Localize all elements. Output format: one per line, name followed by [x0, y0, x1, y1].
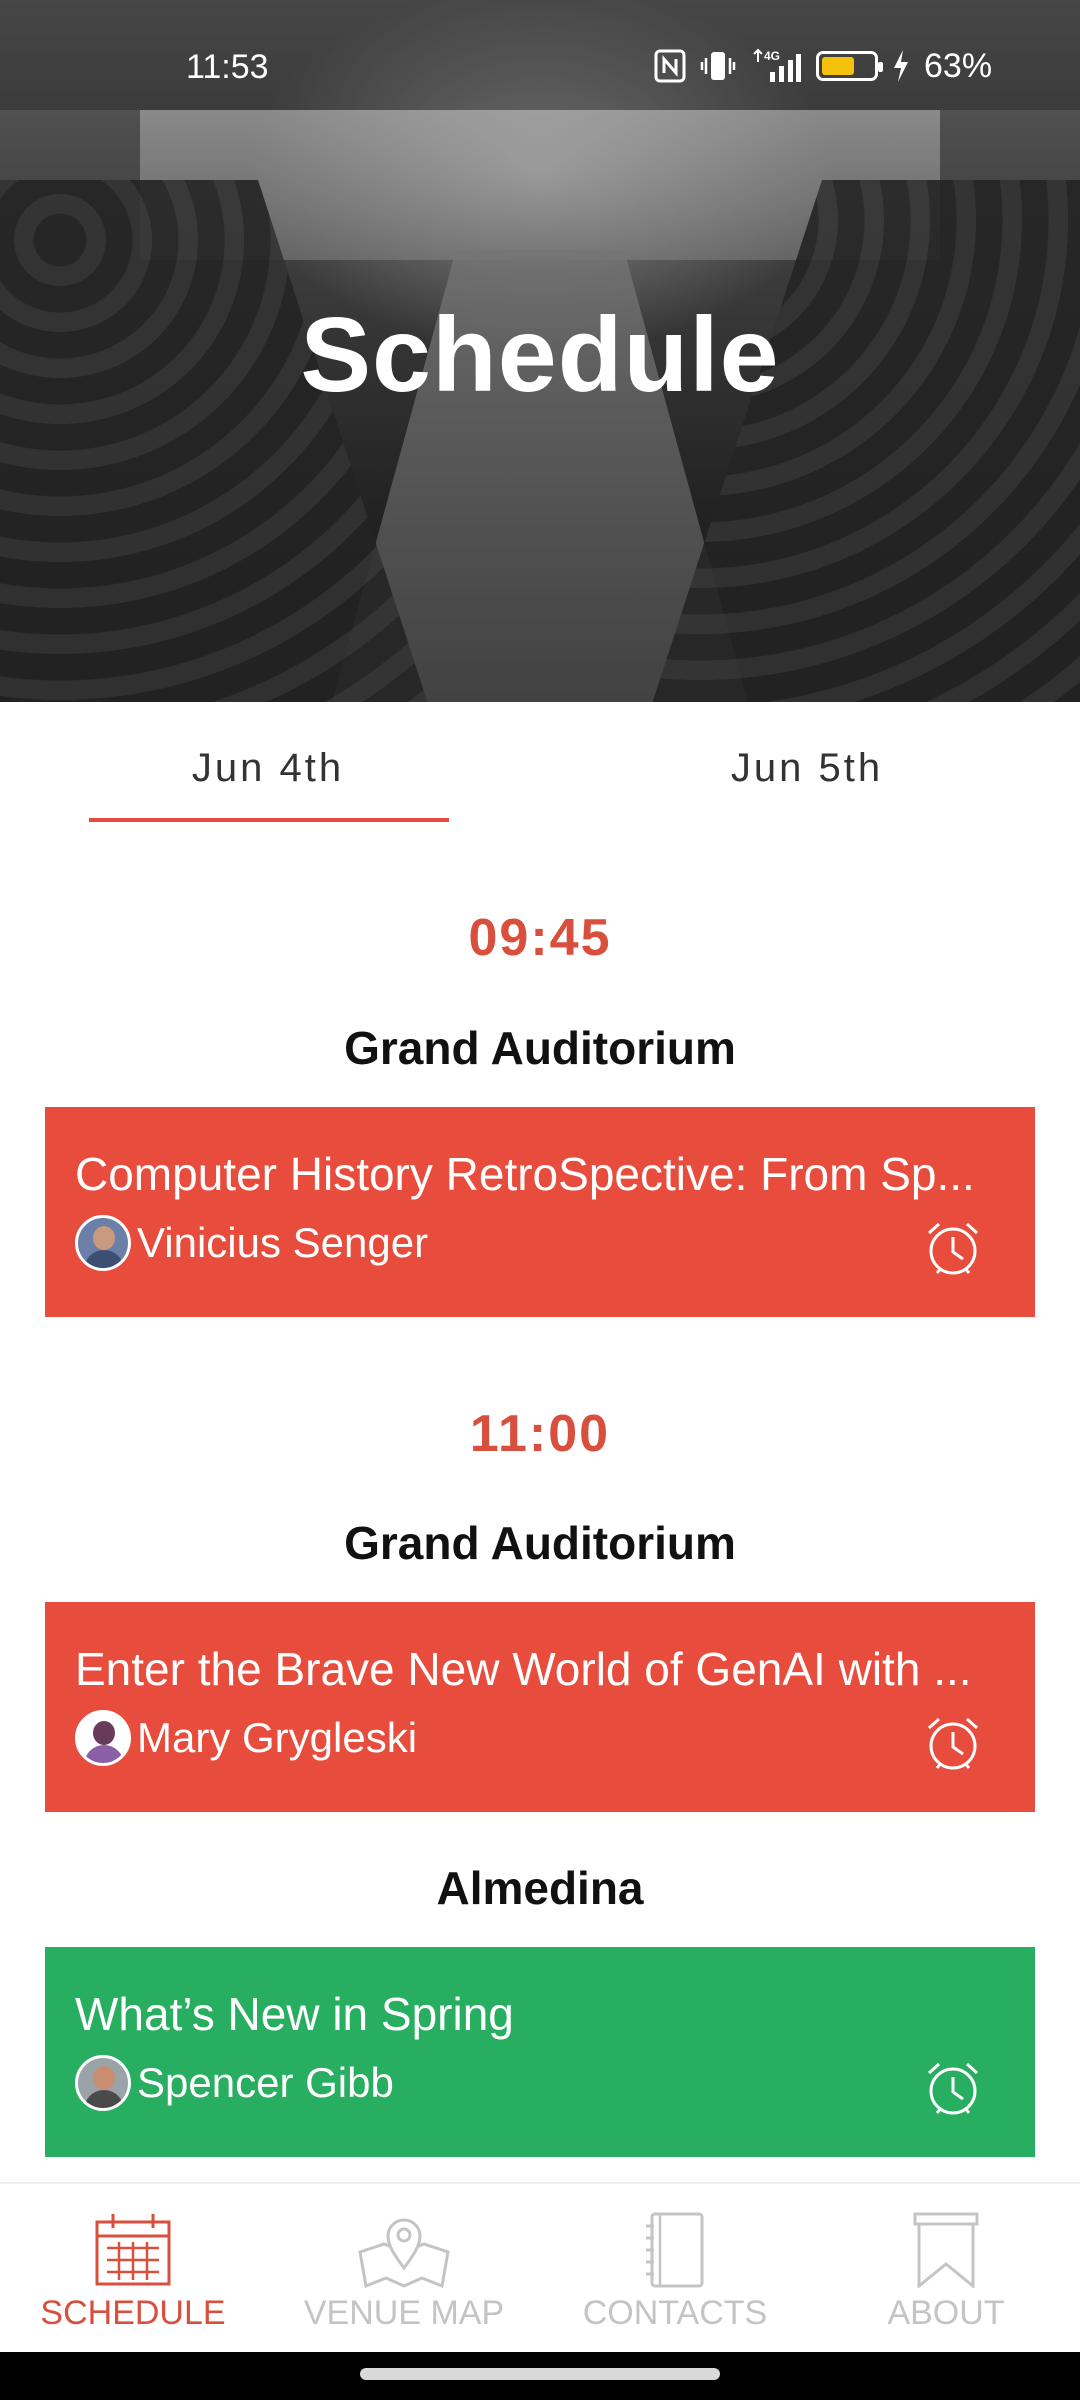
nav-label: VENUE MAP: [303, 2294, 505, 2332]
alarm-clock-icon[interactable]: [923, 1714, 983, 1774]
status-bar: 11:53 4G 63%: [0, 0, 1080, 110]
avatar: [75, 1215, 131, 1271]
nav-contacts[interactable]: CONTACTS: [550, 2212, 800, 2333]
session-title: What’s New in Spring: [75, 1988, 514, 2040]
battery-percent: 63%: [924, 46, 993, 85]
speaker-name: Spencer Gibb: [137, 2059, 394, 2106]
avatar: [75, 1710, 131, 1766]
selected-tab-indicator: [89, 818, 449, 822]
speaker-row: Spencer Gibb: [75, 2055, 394, 2111]
speaker-name: Mary Grygleski: [137, 1714, 418, 1761]
time-slot-header: 09:45: [468, 909, 612, 967]
nav-about[interactable]: ABOUT: [821, 2212, 1071, 2333]
session-card[interactable]: Computer History RetroSpective: From Sp.…: [45, 1107, 1035, 1317]
session-card[interactable]: What’s New in Spring Spencer Gibb: [45, 1947, 1035, 2157]
vibrate-icon: [700, 52, 736, 80]
alarm-clock-icon[interactable]: [923, 2059, 983, 2119]
session-title: Enter the Brave New World of GenAI with …: [75, 1643, 972, 1695]
nfc-icon: [654, 49, 686, 83]
calendar-icon: [95, 2214, 171, 2286]
avatar: [75, 2055, 131, 2111]
speaker-row: Vinicius Senger: [75, 1215, 428, 1271]
time-slot-header: 11:00: [469, 1405, 611, 1463]
date-tabs: Jun 4th Jun 5th: [0, 702, 1080, 822]
svg-text:4G: 4G: [764, 49, 780, 63]
nav-schedule[interactable]: SCHEDULE: [8, 2212, 258, 2333]
session-title: Computer History RetroSpective: From Sp.…: [75, 1148, 975, 1200]
battery-icon: [816, 51, 883, 81]
alarm-clock-icon[interactable]: [923, 1219, 983, 1279]
room-header: Grand Auditorium: [344, 1517, 736, 1569]
bookmark-icon: [913, 2212, 979, 2288]
map-pin-icon: [358, 2218, 450, 2288]
battery-level: [822, 57, 854, 75]
session-card[interactable]: Enter the Brave New World of GenAI with …: [45, 1602, 1035, 1812]
status-time: 11:53: [186, 48, 269, 86]
bottom-navigation: SCHEDULE VENUE MAP CONTACTS ABOUT: [0, 2182, 1080, 2352]
home-indicator[interactable]: [360, 2368, 720, 2380]
tab-jun-5[interactable]: Jun 5th: [627, 746, 987, 791]
page-title: Schedule: [300, 296, 780, 414]
nav-label: ABOUT: [887, 2294, 1005, 2332]
nav-label: CONTACTS: [582, 2294, 768, 2332]
room-header: Grand Auditorium: [344, 1022, 736, 1074]
phone-book-icon: [646, 2212, 704, 2288]
tab-jun-4[interactable]: Jun 4th: [88, 746, 448, 791]
charging-icon: [894, 50, 908, 82]
nav-venue-map[interactable]: VENUE MAP: [279, 2212, 529, 2333]
room-header: Almedina: [436, 1862, 644, 1914]
speaker-row: Mary Grygleski: [75, 1710, 417, 1766]
4g-signal-icon: 4G: [753, 48, 801, 82]
status-icons: 4G 63%: [654, 46, 992, 86]
nav-label: SCHEDULE: [40, 2294, 226, 2332]
speaker-name: Vinicius Senger: [137, 1219, 429, 1266]
